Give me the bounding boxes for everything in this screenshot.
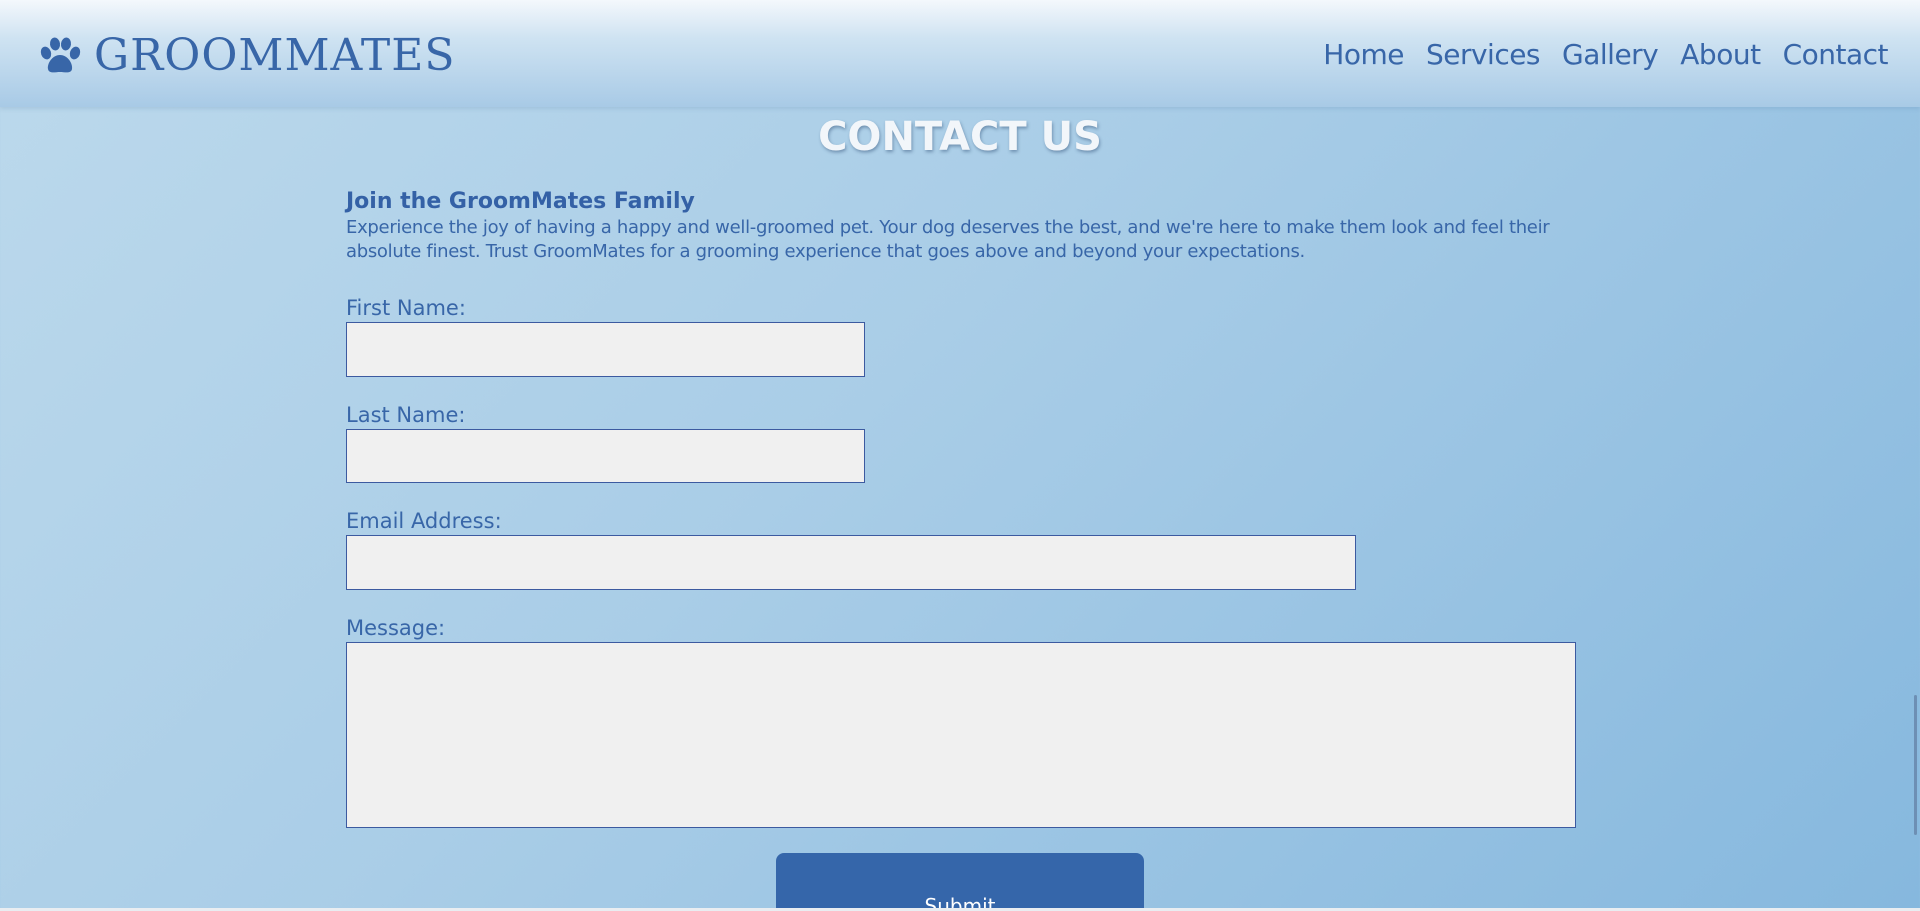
paw-icon xyxy=(38,36,82,76)
intro-section: Join the GroomMates Family Experience th… xyxy=(346,188,1576,264)
scrollbar-thumb[interactable] xyxy=(1914,695,1917,835)
email-field[interactable] xyxy=(346,535,1356,590)
page-title: CONTACT US xyxy=(818,114,1102,160)
nav-contact[interactable]: Contact xyxy=(1783,38,1889,72)
brand-name: GROOMMATES xyxy=(94,30,456,81)
last-name-label: Last Name: xyxy=(346,403,466,427)
intro-text: Experience the joy of having a happy and… xyxy=(346,217,1550,262)
email-label: Email Address: xyxy=(346,509,502,533)
main-nav: Home Services Gallery About Contact xyxy=(1323,38,1888,72)
brand-logo[interactable]: GROOMMATES xyxy=(38,30,456,82)
site-header: GROOMMATES Home Services Gallery About C… xyxy=(0,0,1920,107)
nav-services[interactable]: Services xyxy=(1426,38,1541,72)
nav-gallery[interactable]: Gallery xyxy=(1562,38,1659,72)
last-name-field[interactable] xyxy=(346,429,865,483)
first-name-field[interactable] xyxy=(346,322,865,377)
submit-button[interactable]: Submit xyxy=(776,853,1144,911)
nav-home[interactable]: Home xyxy=(1323,38,1404,72)
intro-heading: Join the GroomMates Family xyxy=(346,189,695,214)
nav-about[interactable]: About xyxy=(1680,38,1761,72)
message-field[interactable] xyxy=(346,642,1576,828)
first-name-label: First Name: xyxy=(346,296,466,320)
message-label: Message: xyxy=(346,616,446,640)
